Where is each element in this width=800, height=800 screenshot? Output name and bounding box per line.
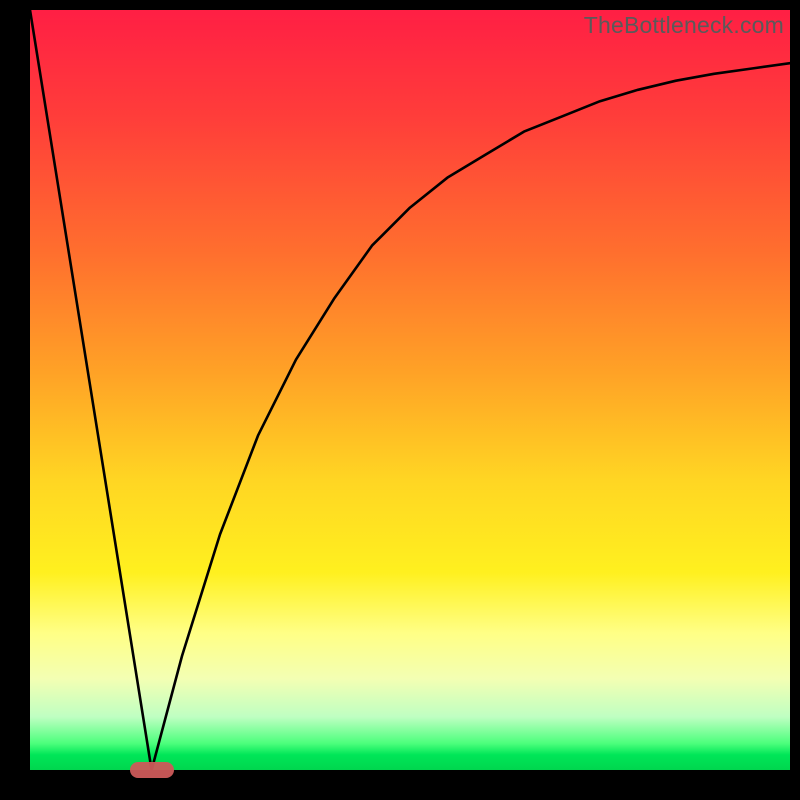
vertex-marker <box>130 762 174 778</box>
watermark-text: TheBottleneck.com <box>584 12 784 39</box>
data-curve <box>30 10 790 770</box>
curve-svg <box>30 10 790 770</box>
plot-area: TheBottleneck.com <box>30 10 790 770</box>
chart-frame: TheBottleneck.com <box>0 0 800 800</box>
